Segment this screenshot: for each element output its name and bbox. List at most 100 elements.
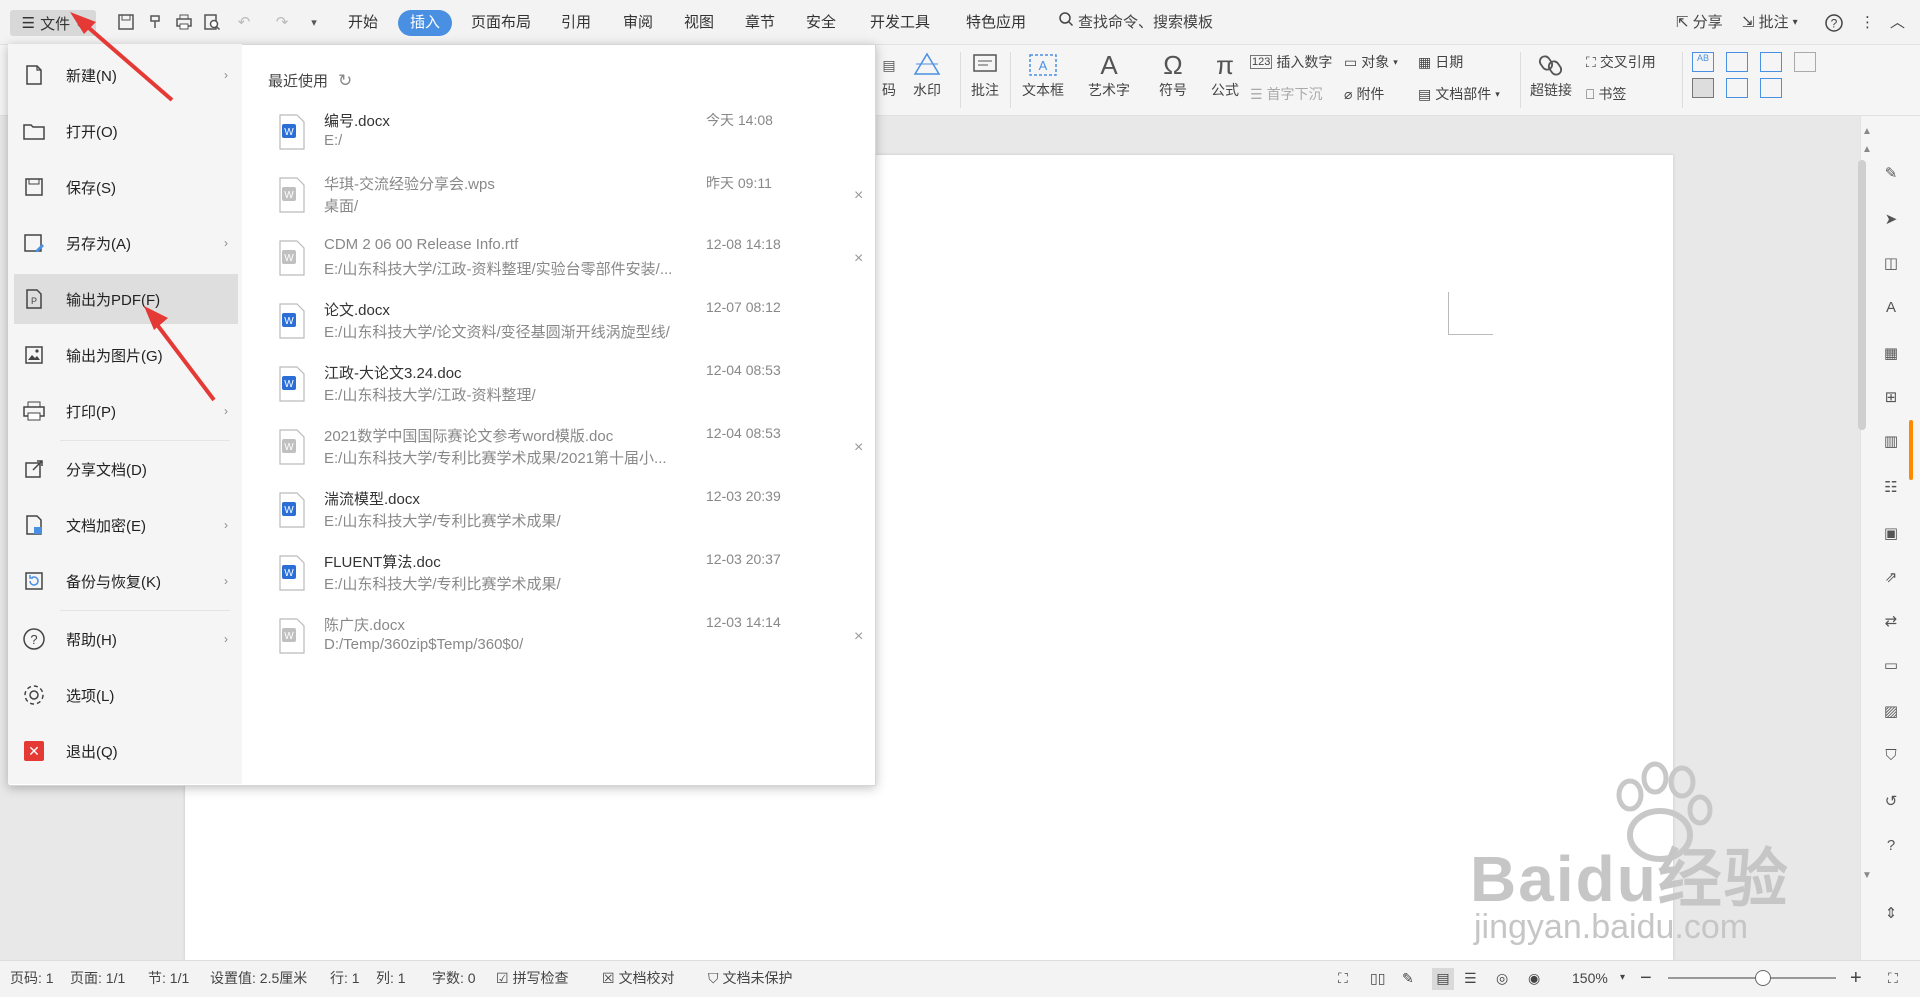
menu-item-share[interactable]: 分享文档(D) xyxy=(14,444,238,494)
menu-item-export-pdf[interactable]: P 输出为PDF(F) xyxy=(14,274,238,324)
ribbon-doc-parts-button[interactable]: ▤ 文档部件 ▾ xyxy=(1418,84,1500,104)
ribbon-watermark-button[interactable]: 水印 xyxy=(910,50,944,100)
comment-button[interactable]: ⇲ 批注 ▾ xyxy=(1742,10,1798,36)
shield-check-icon[interactable]: ⛉ xyxy=(1878,742,1904,768)
ribbon-formula-button[interactable]: π 公式 xyxy=(1208,50,1242,100)
tab-chapter[interactable]: 章节 xyxy=(739,10,781,36)
vertical-scrollbar[interactable] xyxy=(1858,160,1866,430)
ribbon-code-button[interactable]: ▤ 码 xyxy=(872,50,906,100)
share-export-icon[interactable]: ⇗ xyxy=(1878,564,1904,590)
picture-icon[interactable]: ▨ xyxy=(1878,698,1904,724)
history-icon[interactable]: ↺ xyxy=(1878,788,1904,814)
recent-file-row[interactable]: W 江政-大论文3.24.doc E:/山东科技大学/江政-资料整理/12-04 0… xyxy=(270,358,870,418)
eye-protection-icon[interactable]: ◉ xyxy=(1528,968,1540,988)
ribbon-object-button[interactable]: ▭ 对象 ▾ xyxy=(1344,52,1398,72)
format-painter-icon[interactable] xyxy=(144,10,168,34)
collapse-ribbon-icon[interactable]: ︿ xyxy=(1890,10,1905,36)
pen-tool-icon[interactable]: ✎ xyxy=(1878,160,1904,186)
shapes-icon[interactable]: ◫ xyxy=(1878,250,1904,276)
zoom-slider-thumb[interactable] xyxy=(1755,970,1771,986)
remove-recent-icon[interactable]: × xyxy=(854,250,863,268)
cursor-select-icon[interactable]: ➤ xyxy=(1878,206,1904,232)
status-page-number[interactable]: 页码: 1 xyxy=(10,968,54,988)
zoom-out-icon[interactable]: − xyxy=(1640,968,1652,988)
apps-grid-icon[interactable]: ⊞ xyxy=(1878,384,1904,410)
remove-recent-icon[interactable]: × xyxy=(854,628,863,646)
refresh-icon[interactable]: ↻ xyxy=(338,71,352,91)
tab-insert[interactable]: 插入 xyxy=(398,10,453,36)
fit-page-icon[interactable]: ⛶ xyxy=(1888,968,1898,988)
menu-item-new[interactable]: 新建(N) › xyxy=(14,50,238,100)
ribbon-cross-ref-button[interactable]: ⛶ 交叉引用 xyxy=(1586,52,1656,72)
fullscreen-icon[interactable]: ⛶ xyxy=(1338,968,1348,988)
ribbon-insert-number-button[interactable]: 123 插入数字 xyxy=(1250,52,1332,72)
status-row[interactable]: 行: 1 xyxy=(330,968,360,988)
status-setting[interactable]: 设置值: 2.5厘米 xyxy=(210,968,307,988)
archive-icon[interactable]: ▭ xyxy=(1878,652,1904,678)
tab-review[interactable]: 审阅 xyxy=(617,10,659,36)
date-control-icon[interactable] xyxy=(1726,78,1748,98)
menu-item-options[interactable]: 选项(L) xyxy=(14,670,238,720)
scroll-top-icon[interactable]: ▲ xyxy=(1862,144,1872,155)
help-icon[interactable]: ? xyxy=(1824,10,1844,36)
menu-item-backup[interactable]: 备份与恢复(K) › xyxy=(14,556,238,606)
recent-file-row[interactable]: W 湍流模型.docx E:/山东科技大学/专利比赛学术成果/12-03 20:39 xyxy=(270,484,870,544)
customize-quick-access-icon[interactable]: ▾ xyxy=(302,10,326,34)
share-button[interactable]: ⇱ 分享 xyxy=(1676,10,1723,36)
frame-icon[interactable] xyxy=(1692,78,1714,98)
ribbon-attachment-button[interactable]: ⌀ 附件 xyxy=(1344,84,1384,104)
combo-control-icon[interactable] xyxy=(1760,78,1782,98)
command-search[interactable]: 查找命令、搜索模板 xyxy=(1058,10,1213,36)
proofread-button[interactable]: ☒ 文档校对 xyxy=(602,968,675,988)
spellcheck-button[interactable]: ☑ 拼写检查 xyxy=(496,968,569,988)
status-section[interactable]: 节: 1/1 xyxy=(148,968,189,988)
zoom-in-icon[interactable]: + xyxy=(1850,968,1862,988)
page-nav-icon[interactable]: ⇕ xyxy=(1878,900,1904,926)
menu-item-encrypt[interactable]: 文档加密(E) › xyxy=(14,500,238,550)
image-control-icon[interactable] xyxy=(1794,52,1816,72)
redo-icon[interactable]: ↷ xyxy=(270,10,294,34)
print-icon[interactable] xyxy=(172,10,196,34)
menu-item-export-image[interactable]: 输出为图片(G) xyxy=(14,330,238,380)
ribbon-bookmark-button[interactable]: ⎕ 书签 xyxy=(1586,84,1626,104)
recent-file-row[interactable]: W CDM 2 06 00 Release Info.rtf E:/山东科技大学/江… xyxy=(270,232,870,292)
remove-recent-icon[interactable]: × xyxy=(854,439,863,457)
ribbon-wordart-button[interactable]: A 艺术字 xyxy=(1088,50,1130,100)
recent-file-row[interactable]: W 华琪-交流经验分享会.wps 桌面/昨天 09:11 × xyxy=(270,169,870,229)
ribbon-textbox-button[interactable]: A 文本框 xyxy=(1022,50,1064,100)
ribbon-symbol-button[interactable]: Ω 符号 xyxy=(1156,50,1190,100)
help-circle-icon[interactable]: ? xyxy=(1878,832,1904,858)
ribbon-hyperlink-button[interactable]: 超链接 xyxy=(1530,50,1572,100)
outline-view-icon[interactable]: ☰ xyxy=(1464,968,1477,988)
zoom-slider-track[interactable] xyxy=(1668,977,1836,979)
menu-item-exit[interactable]: ✕ 退出(Q) xyxy=(14,726,238,776)
menu-item-help[interactable]: ? 帮助(H) › xyxy=(14,614,238,664)
tab-developer[interactable]: 开发工具 xyxy=(864,10,936,36)
undo-icon[interactable]: ↶ xyxy=(232,10,256,34)
tab-references[interactable]: 引用 xyxy=(555,10,597,36)
zoom-level[interactable]: 150% xyxy=(1572,968,1608,988)
web-view-icon[interactable]: ◎ xyxy=(1496,968,1508,988)
settings-sliders-icon[interactable]: ☷ xyxy=(1878,474,1904,500)
menu-item-open[interactable]: 打开(O) xyxy=(14,106,238,156)
menu-item-save[interactable]: 保存(S) xyxy=(14,162,238,212)
read-mode-icon[interactable]: ▯▯ xyxy=(1370,968,1385,988)
checkbox-control-icon[interactable] xyxy=(1726,52,1748,72)
chart-icon[interactable]: ▥ xyxy=(1878,428,1904,454)
status-word-count[interactable]: 字数: 0 xyxy=(432,968,476,988)
list-control-icon[interactable] xyxy=(1760,52,1782,72)
style-preset-icon[interactable]: AB xyxy=(1692,52,1714,72)
scroll-down-icon[interactable]: ▼ xyxy=(1862,870,1872,881)
menu-item-print[interactable]: 打印(P) › xyxy=(14,386,238,436)
tab-page-layout[interactable]: 页面布局 xyxy=(465,10,537,36)
tab-security[interactable]: 安全 xyxy=(800,10,842,36)
table-icon[interactable]: ▦ xyxy=(1878,340,1904,366)
file-menu-button[interactable]: ☰ 文件 ⌄ xyxy=(10,10,96,36)
ribbon-date-button[interactable]: ▦ 日期 xyxy=(1418,52,1463,72)
image-gallery-icon[interactable]: ▣ xyxy=(1878,520,1904,546)
recent-file-row[interactable]: W 2021数学中国国际赛论文参考word模版.doc E:/山东科技大学/专利比赛… xyxy=(270,421,870,481)
status-pages[interactable]: 页面: 1/1 xyxy=(70,968,125,988)
save-icon[interactable] xyxy=(114,10,138,34)
recent-file-row[interactable]: W 陈广庆.docx D:/Temp/360zip$Temp/360$0/12-03… xyxy=(270,610,870,670)
tab-home[interactable]: 开始 xyxy=(342,10,384,36)
